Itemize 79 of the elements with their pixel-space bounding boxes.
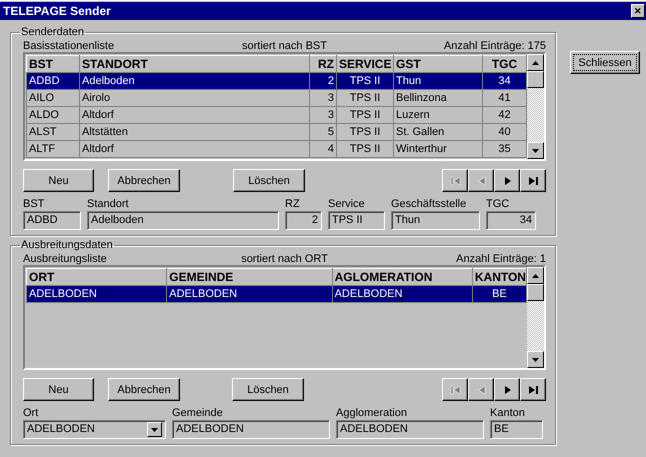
column-header[interactable]: ORT [26,268,167,286]
scrollbar[interactable] [527,267,544,368]
up-arrow-icon [531,58,540,66]
navigation-button[interactable] [494,169,520,192]
down-arrow-icon [531,146,540,154]
field-label: Agglomeration [336,407,408,420]
entry-count: Anzahl Einträge: 175 [444,40,546,52]
dropdown-field[interactable]: ADELBODEN [23,420,166,439]
list-label: Basisstationenliste [23,40,114,52]
table-cell: Altdorf [80,140,310,158]
close-dialog-button[interactable]: Schliessen [570,51,640,74]
table-cell: TPS II [336,140,394,158]
input-field[interactable]: TPS II [328,211,385,230]
table-row[interactable]: ALDO Altdorf 3 TPS II Luzern 42 [26,106,526,124]
action-button[interactable]: Neu [23,378,94,401]
input-field[interactable]: Thun [391,211,480,230]
close-button[interactable]: ✕ [631,4,645,18]
input-field[interactable]: BE [490,420,543,439]
column-header[interactable]: STANDORT [80,56,310,72]
table-cell: ADELBODEN [166,286,332,302]
navigation-button[interactable] [494,378,520,401]
column-header[interactable]: SERVICE [336,56,394,72]
dropdown-button[interactable] [147,422,162,437]
input-field[interactable]: ADELBODEN [172,420,330,439]
scroll-down-button[interactable] [527,142,544,159]
field-label: Service [328,198,366,211]
input-field[interactable]: 2 [285,211,322,230]
table-row[interactable]: ALTF Altdorf 4 TPS II Winterthur 35 [26,140,526,158]
field-label: TGC [486,198,510,211]
column-header[interactable]: RZ [310,56,336,72]
column-header[interactable]: KANTON [472,268,526,286]
field-label: Kanton [490,407,526,420]
list-label: Ausbreitungsliste [23,253,107,265]
field-label: BST [23,198,46,211]
scroll-up-button[interactable] [527,54,544,71]
field-label: Ort [23,407,40,420]
table-row[interactable]: ADBD Adelboden 2 TPS II Thun 34 [26,72,526,90]
column-header[interactable]: TGC [482,56,526,72]
column-header[interactable]: GEMEINDE [166,268,332,286]
sort-label: sortiert nach BST [242,40,327,52]
table-row[interactable]: ALST Altstätten 5 TPS II St. Gallen 40 [26,124,526,140]
entry-count: Anzahl Einträge: 1 [456,253,546,265]
table-cell: 4 [310,140,336,158]
group-title: Senderdaten [20,26,85,38]
scrollbar[interactable] [527,54,544,159]
scroll-thumb[interactable] [527,284,544,301]
table-cell: Winterthur [394,140,482,158]
down-arrow-icon [531,356,540,364]
field-label: Geschäftsstelle [391,198,468,211]
table-row[interactable]: AILO Airolo 3 TPS II Bellinzona 41 [26,90,526,106]
scroll-up-button[interactable] [527,267,544,284]
table-cell: ADELBODEN [332,286,472,302]
input-field[interactable]: Adelboden [87,211,279,230]
navigation-button[interactable] [520,169,546,192]
action-button[interactable]: Abbrechen [108,378,180,401]
field-label: RZ [285,198,301,211]
sort-label: sortiert nach ORT [241,253,328,265]
input-field[interactable]: 34 [486,211,536,230]
down-arrow-icon [150,426,159,434]
field-label: Standort [87,198,130,211]
action-button[interactable]: Abbrechen [108,169,180,192]
window-title: TELEPAGE Sender [3,4,111,18]
scroll-thumb[interactable] [527,71,544,88]
up-arrow-icon [531,272,540,280]
navigation-button[interactable] [520,378,546,401]
action-button[interactable]: Löschen [233,169,305,192]
input-field[interactable]: ADBD [23,211,81,230]
action-button[interactable]: Neu [23,169,94,192]
scroll-down-button[interactable] [527,351,544,368]
group-title: Ausbreitungsdaten [20,239,114,251]
column-header[interactable]: AGLOMERATION [332,268,472,286]
action-button[interactable]: Löschen [232,378,304,401]
field-label: Gemeinde [172,407,224,420]
table-row[interactable]: ADELBODEN ADELBODEN ADELBODEN BE [26,286,526,302]
column-header[interactable]: BST [26,56,80,72]
table-cell: ALTF [26,140,80,158]
input-field[interactable]: ADELBODEN [336,420,484,439]
column-header[interactable]: GST [394,56,482,72]
table-cell: ADELBODEN [26,286,167,302]
